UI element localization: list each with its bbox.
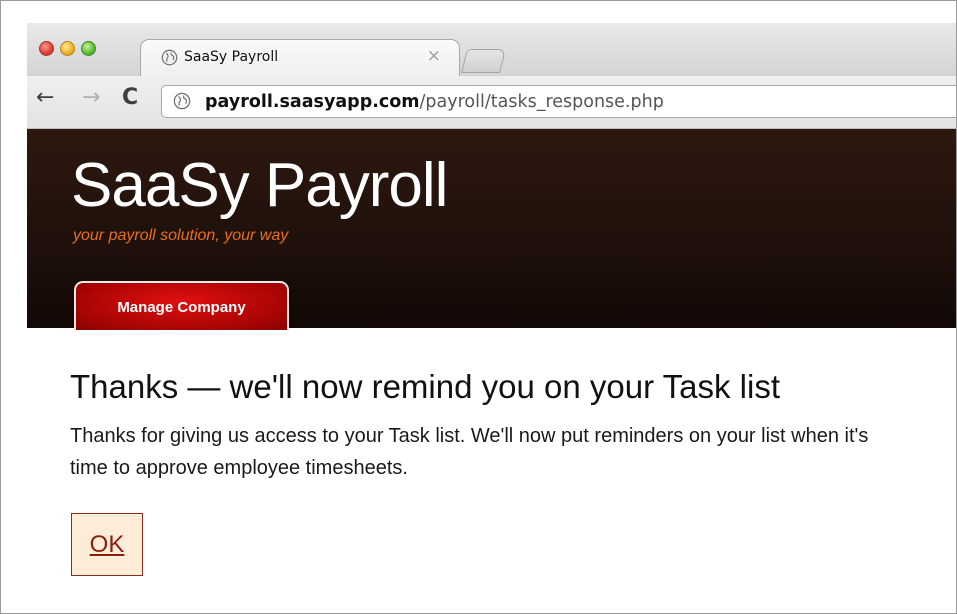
site-header: SaaSy Payroll your payroll solution, you…: [27, 129, 956, 330]
confirmation-message: Thanks for giving us access to your Task…: [70, 425, 869, 479]
ok-button-label: OK: [89, 530, 125, 558]
page-title: Thanks — we'll now remind you on your Ta…: [70, 368, 780, 405]
tab-title: SaaSy Payroll: [184, 49, 279, 65]
toolbar: ← → C payroll.saasyapp.com/payroll/tasks…: [27, 76, 956, 129]
url-host: payroll.saasyapp.com: [205, 92, 420, 112]
minimize-window-button[interactable]: [60, 41, 75, 56]
browser-window: SaaSy Payroll × ← → C payroll.saasyapp.c…: [27, 23, 956, 613]
nav-tab-manage-company[interactable]: Manage Company: [74, 281, 289, 330]
globe-icon: [173, 92, 191, 110]
url-path: /payroll/tasks_response.php: [419, 92, 664, 112]
globe-icon: [161, 49, 178, 66]
forward-arrow-icon[interactable]: →: [82, 87, 100, 109]
browser-tab[interactable]: SaaSy Payroll ×: [140, 39, 460, 77]
close-window-button[interactable]: [39, 41, 54, 56]
tab-strip: SaaSy Payroll ×: [27, 23, 956, 77]
ok-button[interactable]: OK: [71, 513, 143, 576]
zoom-window-button[interactable]: [81, 41, 96, 56]
back-arrow-icon[interactable]: ←: [36, 87, 54, 109]
site-tagline: your payroll solution, your way: [73, 227, 289, 244]
address-bar[interactable]: payroll.saasyapp.com/payroll/tasks_respo…: [161, 85, 956, 118]
new-tab-button[interactable]: [461, 49, 506, 73]
close-icon[interactable]: ×: [427, 46, 441, 66]
screenshot-frame: SaaSy Payroll × ← → C payroll.saasyapp.c…: [0, 0, 957, 614]
reload-icon[interactable]: C: [122, 87, 138, 109]
site-logo-text: SaaSy Payroll: [71, 151, 448, 220]
nav-tab-label: Manage Company: [117, 299, 246, 316]
url-text: payroll.saasyapp.com/payroll/tasks_respo…: [205, 92, 664, 112]
